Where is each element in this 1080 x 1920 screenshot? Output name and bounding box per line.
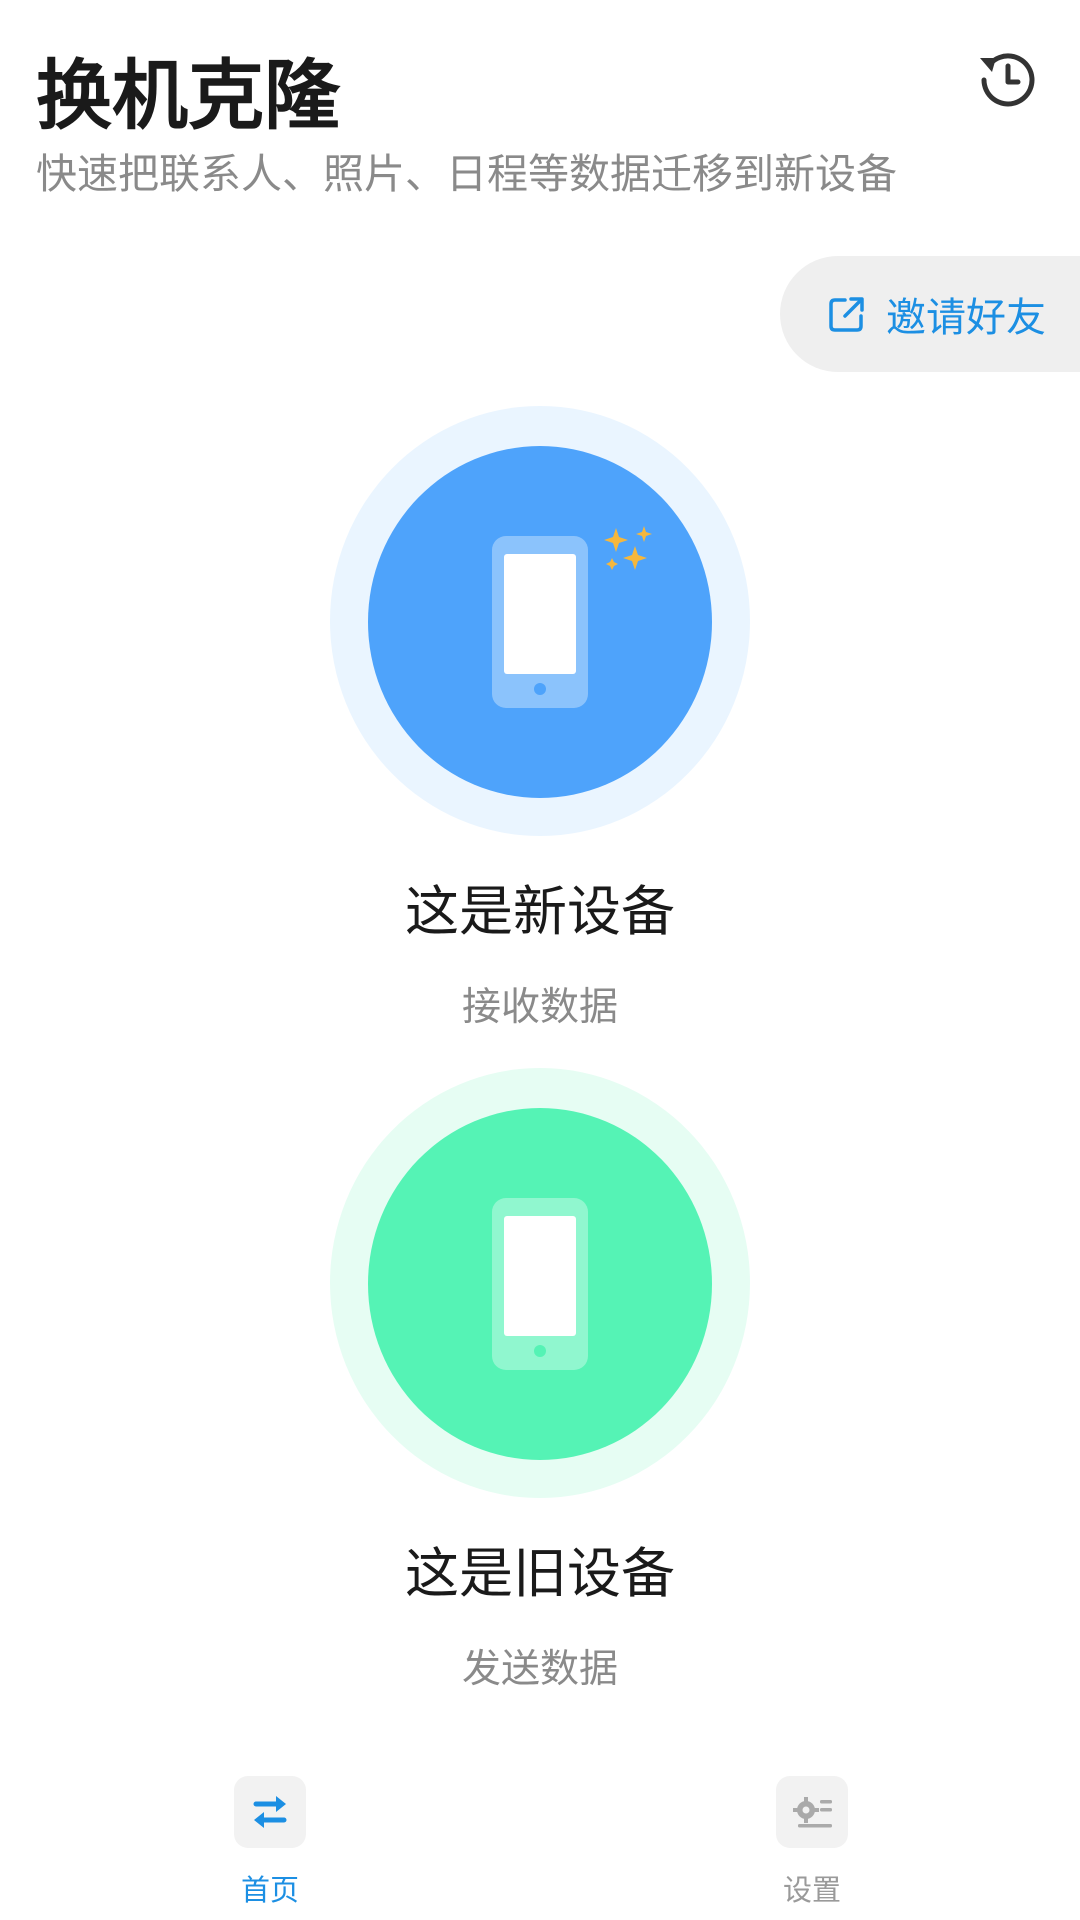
tab-settings[interactable]: 设置	[712, 1760, 912, 1920]
phone-home-dot	[534, 683, 546, 695]
clone-home-screen: 换机克隆 快速把联系人、照片、日程等数据迁移到新设备 邀请好友 这是新设备 接收…	[0, 0, 1080, 1920]
invite-friends-button[interactable]: 邀请好友	[780, 256, 1080, 372]
share-external-icon	[826, 293, 868, 335]
sparkle-icon	[604, 526, 652, 570]
old-device-option[interactable]	[330, 1068, 750, 1498]
new-device-option[interactable]	[330, 406, 750, 836]
bottom-tab-bar: 首页 设置	[0, 1760, 1080, 1920]
page-subtitle: 快速把联系人、照片、日程等数据迁移到新设备	[36, 150, 897, 198]
page-title: 换机克隆	[36, 51, 340, 140]
gear-list-icon	[776, 1776, 848, 1848]
phone-icon	[492, 1198, 588, 1370]
tab-home[interactable]: 首页	[170, 1760, 370, 1920]
new-device-label[interactable]: 这是新设备	[240, 880, 840, 944]
phone-screen	[504, 554, 576, 674]
history-icon	[980, 53, 1035, 107]
swap-arrows-icon	[234, 1776, 306, 1848]
phone-home-dot	[534, 1345, 546, 1357]
tab-settings-label: 设置	[782, 1873, 841, 1907]
invite-friends-label: 邀请好友	[886, 295, 1046, 341]
old-device-label[interactable]: 这是旧设备	[240, 1542, 840, 1606]
old-device-sublabel: 发送数据	[461, 1647, 618, 1692]
phone-icon	[492, 536, 588, 708]
new-device-sublabel: 接收数据	[461, 985, 618, 1030]
tab-home-label: 首页	[240, 1873, 299, 1907]
history-button[interactable]	[968, 40, 1048, 120]
phone-screen	[504, 1216, 576, 1336]
